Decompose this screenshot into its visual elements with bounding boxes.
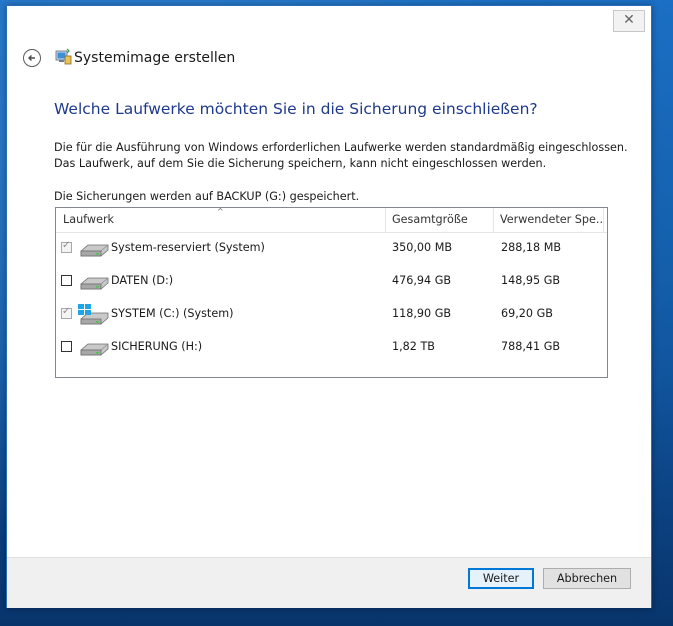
close-button[interactable]: ✕ (613, 10, 645, 32)
column-header-used-space[interactable]: Verwendeter Spe... (494, 208, 604, 232)
description-line-1: Die für die Ausführung von Windows erfor… (54, 141, 628, 154)
back-arrow-icon (28, 55, 35, 61)
navigation-bar: Systemimage erstellen (7, 36, 651, 81)
drive-checkbox[interactable] (61, 306, 72, 319)
hard-drive-icon (80, 277, 109, 290)
cancel-button[interactable]: Abbrechen (543, 568, 631, 589)
drive-row[interactable]: DATEN (D:) 476,94 GB 148,95 GB (56, 265, 607, 298)
backup-wizard-window: ✕ Systemimage erstellen Welche Laufwerke… (6, 5, 652, 608)
drive-total-size: 118,90 GB (392, 307, 452, 320)
backup-app-icon (55, 48, 72, 65)
window-title: Systemimage erstellen (74, 50, 236, 66)
drive-name: System-reserviert (System) (111, 241, 265, 254)
wizard-footer: Weiter Abbrechen (7, 557, 651, 608)
drive-checkbox[interactable] (61, 341, 72, 352)
drive-row[interactable]: SYSTEM (C:) (System) 118,90 GB 69,20 GB (56, 298, 607, 331)
page-heading: Welche Laufwerke möchten Sie in die Sich… (54, 100, 538, 118)
drive-checkbox[interactable] (61, 240, 72, 253)
description-line-2: Das Laufwerk, auf dem Sie die Sicherung … (54, 157, 547, 170)
title-bar: ✕ (7, 6, 651, 36)
drive-total-size: 350,00 MB (392, 241, 453, 254)
back-button[interactable] (23, 49, 41, 67)
column-header-total-size[interactable]: Gesamtgröße (386, 208, 494, 232)
drive-total-size: 476,94 GB (392, 274, 452, 287)
hard-drive-icon (80, 343, 109, 356)
backup-destination-info: Die Sicherungen werden auf BACKUP (G:) g… (54, 190, 360, 203)
drive-used-space: 788,41 GB (501, 340, 561, 353)
drive-used-space: 288,18 MB (501, 241, 562, 254)
wizard-content: Welche Laufwerke möchten Sie in die Sich… (7, 80, 651, 557)
drive-checkbox[interactable] (61, 275, 72, 286)
drive-name: DATEN (D:) (111, 274, 174, 287)
drive-used-space: 69,20 GB (501, 307, 553, 320)
drive-row[interactable]: System-reserviert (System) 350,00 MB 288… (56, 232, 607, 265)
sort-ascending-icon: ^ (217, 207, 224, 216)
drive-row[interactable]: SICHERUNG (H:) 1,82 TB 788,41 GB (56, 331, 607, 364)
drive-list: Laufwerk ^ Gesamtgröße Verwendeter Spe..… (55, 207, 608, 378)
next-button[interactable]: Weiter (468, 568, 534, 589)
windows-drive-icon (78, 304, 109, 325)
drive-total-size: 1,82 TB (392, 340, 435, 353)
close-icon: ✕ (623, 12, 635, 28)
drive-name: SICHERUNG (H:) (111, 340, 203, 353)
drive-used-space: 148,95 GB (501, 274, 561, 287)
drive-list-header: Laufwerk ^ Gesamtgröße Verwendeter Spe..… (56, 208, 607, 233)
hard-drive-icon (80, 244, 109, 257)
drive-name: SYSTEM (C:) (System) (111, 307, 234, 320)
